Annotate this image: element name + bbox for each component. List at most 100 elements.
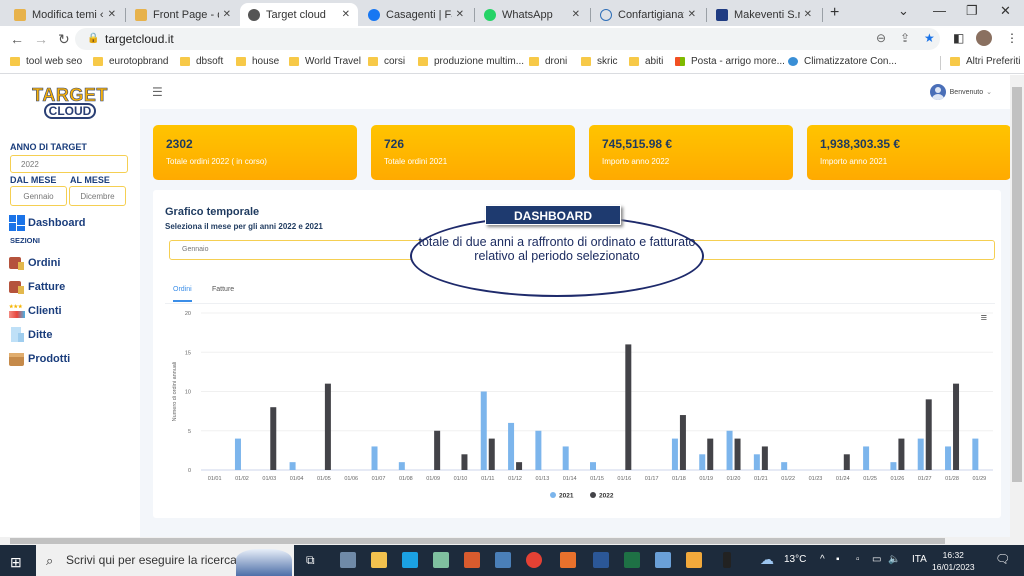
bar-2021	[671, 438, 678, 470]
close-icon[interactable]: ✕	[108, 9, 116, 20]
close-icon[interactable]: ✕	[223, 9, 231, 20]
close-icon[interactable]: ✕	[688, 9, 696, 20]
battery-icon[interactable]: ▭	[872, 554, 881, 565]
bookmark-item[interactable]: World Travel	[289, 56, 361, 67]
taskbar-search-box[interactable]: ⌕ Scrivi qui per eseguire la ricerca	[36, 545, 294, 576]
to-month-select[interactable]: Dicembre	[69, 186, 126, 206]
task-view-icon[interactable]: ⧉	[306, 553, 315, 568]
sidebar-item-prodotti[interactable]: Prodotti	[9, 351, 70, 367]
remote-desktop-icon[interactable]	[495, 552, 511, 568]
bookmark-item[interactable]: produzione multim...	[418, 56, 524, 67]
sidebar-item-ordini[interactable]: Ordini	[9, 255, 60, 271]
invoices-box-icon	[9, 279, 25, 295]
bookmark-item[interactable]: eurotopbrand	[93, 56, 169, 67]
profile-avatar[interactable]	[976, 30, 992, 46]
scrollbar-thumb[interactable]	[1012, 87, 1022, 482]
bookmark-item[interactable]: skric	[581, 56, 618, 67]
sidebar-item-clienti[interactable]: ★★★ Clienti	[9, 303, 62, 319]
to-month-label: AL MESE	[70, 175, 110, 185]
clock[interactable]: 16:32 16/01/2023	[932, 549, 975, 573]
calculator-icon[interactable]	[340, 552, 356, 568]
language-indicator[interactable]: ITA	[912, 554, 927, 565]
media-player-icon[interactable]	[560, 552, 576, 568]
outlook-icon[interactable]	[686, 552, 702, 568]
bookmark-item[interactable]: Posta - arrigo more...	[675, 56, 785, 67]
horizontal-scrollbar[interactable]	[0, 537, 1010, 545]
browser-tab[interactable]: Modifica temi ‹ d ✕	[6, 3, 124, 26]
top-bar: ☰ Benvenuto ⌄	[140, 75, 1010, 109]
vertical-scrollbar[interactable]	[1010, 75, 1024, 545]
bookmark-item[interactable]: dbsoft	[180, 56, 223, 67]
notifications-icon[interactable]: 🗨	[995, 552, 1010, 566]
weather-icon[interactable]: ☁	[760, 551, 774, 568]
bar-2021	[753, 454, 760, 470]
target-cloud-logo[interactable]: TARGET CLOUD	[26, 85, 114, 121]
file-explorer-icon[interactable]	[371, 552, 387, 568]
temperature[interactable]: 13°C	[784, 554, 806, 565]
x-tick-label: 01/21	[754, 476, 768, 482]
close-icon[interactable]: ✕	[572, 9, 580, 20]
bar-2021	[890, 462, 897, 470]
other-bookmarks[interactable]: Altri Preferiti	[950, 56, 1020, 67]
back-button[interactable]: ←	[10, 31, 24, 47]
new-tab-button[interactable]: +	[830, 4, 839, 22]
year-input[interactable]: 2022	[10, 155, 128, 173]
bookmark-item[interactable]: abiti	[629, 56, 663, 67]
from-month-select[interactable]: Gennaio	[10, 186, 67, 206]
chrome-icon[interactable]	[526, 552, 542, 568]
volume-icon[interactable]: 🔈	[888, 554, 900, 565]
bookmark-star-icon[interactable]: ★	[924, 31, 935, 45]
notepad-icon[interactable]	[433, 552, 449, 568]
app-icon[interactable]	[723, 552, 731, 568]
tray-app-icon[interactable]: ▪	[836, 554, 840, 565]
chevron-down-icon: ⌄	[986, 89, 992, 96]
bar-2022	[761, 446, 768, 470]
browser-tab[interactable]: Confartigianato A ✕	[592, 3, 704, 26]
meet-icon[interactable]: ▫	[856, 554, 860, 565]
confartigianato-icon	[600, 8, 612, 21]
word-icon[interactable]	[593, 552, 609, 568]
tab-search-icon[interactable]: ⌄	[898, 3, 909, 19]
close-icon[interactable]: ✕	[456, 9, 464, 20]
bookmark-item[interactable]: Climatizzatore Con...	[788, 56, 897, 67]
sidebar-item-ditte[interactable]: Ditte	[9, 327, 52, 343]
user-avatar-icon	[929, 84, 946, 100]
app-icon[interactable]	[402, 552, 418, 568]
close-icon[interactable]: ✕	[804, 9, 812, 20]
bookmark-item[interactable]: house	[236, 56, 279, 67]
bookmark-item[interactable]: tool web seo	[10, 56, 82, 67]
windows-start-icon[interactable]: ⊞	[10, 554, 22, 571]
browser-tab[interactable]: Front Page - dbsc ✕	[127, 3, 239, 26]
minimize-button[interactable]: —	[933, 3, 946, 18]
powerpoint-icon[interactable]	[464, 552, 480, 568]
search-highlight-image	[236, 549, 292, 576]
scrollbar-thumb[interactable]	[10, 538, 945, 544]
legend-marker-2021	[550, 492, 556, 498]
browser-tab[interactable]: WhatsApp ✕	[476, 3, 588, 26]
share-icon[interactable]: ⇪	[900, 31, 910, 45]
chart-menu-icon[interactable]: ≡	[981, 312, 987, 324]
bar-2021	[508, 422, 515, 470]
reload-button[interactable]: ↻	[58, 31, 70, 48]
close-icon[interactable]: ✕	[342, 9, 350, 20]
chevron-up-icon[interactable]: ^	[820, 554, 825, 565]
hamburger-menu-icon[interactable]: ☰	[152, 85, 163, 99]
bookmark-item[interactable]: corsi	[368, 56, 405, 67]
url-input[interactable]: 🔒 targetcloud.it	[75, 28, 940, 50]
sidebar-item-fatture[interactable]: Fatture	[9, 279, 65, 295]
browser-tab-active[interactable]: Target cloud ✕	[240, 3, 358, 26]
app-icon[interactable]	[655, 552, 671, 568]
browser-tab[interactable]: Casagenti | Faceb ✕	[360, 3, 472, 26]
bookmark-item[interactable]: droni	[529, 56, 567, 67]
user-menu[interactable]: Benvenuto ⌄	[929, 84, 992, 100]
zoom-icon[interactable]: ⊖	[876, 31, 886, 45]
browser-tab[interactable]: Makeventi S.r.l. ( ✕	[708, 3, 820, 26]
sidebar-item-dashboard[interactable]: Dashboard	[9, 215, 85, 231]
menu-dots-icon[interactable]: ⋮	[1006, 31, 1018, 45]
close-window-button[interactable]: ✕	[1000, 3, 1011, 19]
restore-button[interactable]: ❐	[966, 3, 978, 19]
bar-2021	[480, 391, 487, 470]
side-panel-icon[interactable]: ◧	[953, 31, 964, 45]
excel-icon[interactable]	[624, 552, 640, 568]
forward-button[interactable]: →	[34, 31, 48, 47]
